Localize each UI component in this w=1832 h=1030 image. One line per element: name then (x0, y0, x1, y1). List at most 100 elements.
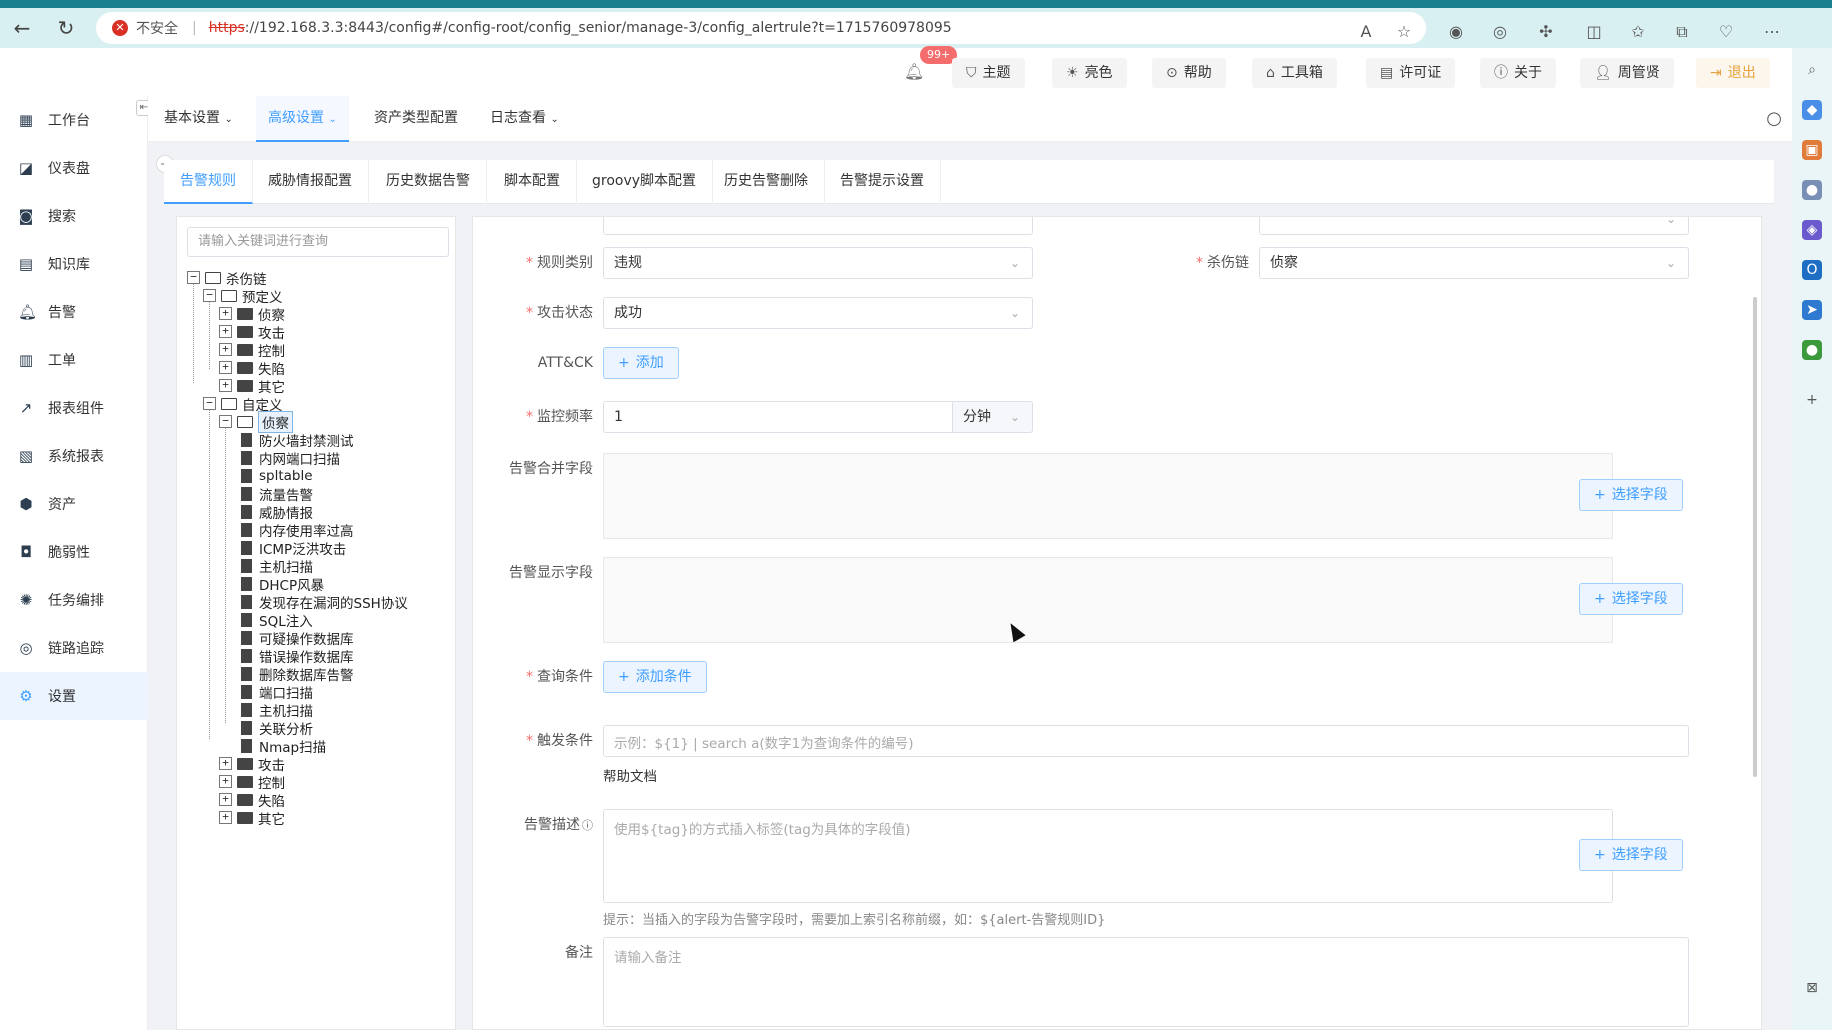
tab-alert-rules[interactable]: 告警规则 (164, 160, 253, 204)
help-button[interactable]: ⊙ 帮助 (1152, 58, 1226, 88)
add-icon[interactable]: + (1802, 390, 1822, 410)
display-fields-box[interactable] (603, 557, 1613, 643)
folder-icon (237, 811, 253, 824)
file-icon (241, 666, 252, 681)
sidebar-item-knowledge[interactable]: ▤ 知识库 (0, 240, 148, 288)
tab-script-config[interactable]: 脚本配置 (488, 160, 577, 204)
rule-category-select[interactable]: 违规 ⌄ (603, 247, 1033, 279)
form-scrollbar[interactable] (1753, 297, 1757, 777)
outlook-icon[interactable]: O (1802, 260, 1822, 280)
extension-icon-2[interactable]: ◎ (1490, 22, 1510, 42)
sidebar-item-trace[interactable]: ◎ 链路追踪 (0, 624, 148, 672)
tools-icon[interactable]: ▣ (1802, 140, 1822, 160)
performance-icon[interactable]: ♡ (1716, 22, 1736, 42)
favorites-icon[interactable]: ✩ (1628, 22, 1648, 42)
tab-history-data-alert[interactable]: 历史数据告警 (370, 160, 487, 204)
add-condition-button[interactable]: + 添加条件 (603, 661, 707, 693)
more-icon[interactable]: ⋯ (1762, 22, 1782, 42)
tree-search-input[interactable]: 请输入关键词进行查询 (187, 227, 449, 257)
display-select-field-button[interactable]: + 选择字段 (1579, 583, 1683, 615)
user-button[interactable]: 👤︎ 周管贤 (1580, 58, 1674, 88)
reload-icon[interactable]: ↻ (54, 16, 78, 40)
license-button[interactable]: ▤ 许可证 (1366, 58, 1456, 88)
tab-threat-intel-config[interactable]: 威胁情报配置 (252, 160, 369, 204)
address-bar[interactable]: ✕ 不安全 | https ://192.168.3.3:8443/config… (96, 12, 1426, 44)
bell-icon[interactable]: 🔔︎ (904, 62, 924, 81)
collapse-icon[interactable]: − (219, 415, 232, 428)
folder-icon (237, 757, 253, 770)
collections-icon[interactable]: ⧉ (1672, 22, 1692, 42)
sidebar-item-label: 告警 (48, 305, 76, 321)
remark-textarea[interactable]: 请输入备注 (603, 937, 1689, 1027)
back-icon[interactable]: ← (10, 16, 34, 40)
read-aloud-icon[interactable]: A (1356, 22, 1376, 42)
expand-icon[interactable]: + (219, 379, 232, 392)
favorite-star-icon[interactable]: ☆ (1394, 22, 1414, 42)
people-icon[interactable]: ● (1802, 180, 1822, 200)
tab-history-alert-delete[interactable]: 历史告警删除 (708, 160, 825, 204)
expand-icon[interactable]: + (219, 325, 232, 338)
sidebar-item-system-report[interactable]: ▧ 系统报表 (0, 432, 148, 480)
tab-alert-prompt-settings[interactable]: 告警提示设置 (824, 160, 941, 204)
collapse-icon[interactable]: − (203, 289, 216, 302)
info-icon[interactable]: ⓘ (582, 819, 593, 832)
extension-icon[interactable]: ◉ (1446, 22, 1466, 42)
top-menu-log-view[interactable]: 日志查看 ⌄ (478, 96, 571, 142)
sidebar-item-dashboard[interactable]: ◪ 仪表盘 (0, 144, 148, 192)
help-doc-link[interactable]: 帮助文档 (603, 765, 657, 785)
tree-node[interactable]: + 其它 (219, 807, 285, 828)
monitor-freq-unit-select[interactable]: 分钟 ⌄ (952, 401, 1033, 433)
attack-status-select[interactable]: 成功 ⌄ (603, 297, 1033, 329)
collapse-icon[interactable]: − (203, 397, 216, 410)
expand-icon[interactable]: + (219, 361, 232, 374)
desc-select-field-button[interactable]: + 选择字段 (1579, 839, 1683, 871)
logout-button[interactable]: ⇥ 退出 (1696, 58, 1770, 88)
sidebar-item-report-component[interactable]: ↗ 报表组件 (0, 384, 148, 432)
top-menu-asset-type-config[interactable]: 资产类型配置 (362, 96, 470, 142)
search-icon[interactable]: ○ (1766, 108, 1782, 129)
expand-icon[interactable]: + (219, 307, 232, 320)
search-icon[interactable]: ⌕ (1802, 60, 1822, 80)
sidebar-item-settings[interactable]: ⚙ 设置 (0, 672, 148, 720)
send-icon[interactable]: ➤ (1802, 300, 1822, 320)
about-button[interactable]: ⓘ 关于 (1480, 58, 1556, 88)
copilot-icon[interactable]: ◆ (1802, 100, 1822, 120)
puzzle-icon[interactable]: ✣ (1536, 22, 1556, 42)
screenshot-icon[interactable]: ⊠ (1802, 978, 1822, 998)
monitor-freq-input[interactable]: 1 (603, 401, 953, 433)
user-icon: 👤︎ (1594, 65, 1612, 81)
clipped-field-left[interactable] (603, 217, 1033, 235)
collapse-icon[interactable]: − (187, 271, 200, 284)
merge-select-field-button[interactable]: + 选择字段 (1579, 479, 1683, 511)
plus-icon: + (618, 669, 630, 685)
tab-groovy-script-config[interactable]: groovy脚本配置 (576, 160, 714, 204)
sidebar-item-alarm[interactable]: 🔔︎ 告警 (0, 288, 148, 336)
expand-icon[interactable]: + (219, 811, 232, 824)
sidebar-item-search[interactable]: ◙ 搜索 (0, 192, 148, 240)
trigger-input[interactable]: 示例：${1} | search a(数字1为查询条件的编号) (603, 725, 1689, 757)
sidebar-item-vulnerability[interactable]: ◘ 脆弱性 (0, 528, 148, 576)
toolbox-button[interactable]: ⌂ 工具箱 (1252, 58, 1337, 88)
drop-icon[interactable]: ● (1802, 340, 1822, 360)
games-icon[interactable]: ◈ (1802, 220, 1822, 240)
split-screen-icon[interactable]: ◫ (1584, 22, 1604, 42)
clipped-field-right[interactable]: ⌄ (1259, 217, 1689, 235)
kill-chain-select[interactable]: 侦察 ⌄ (1259, 247, 1689, 279)
desc-textarea[interactable]: 使用${tag}的方式插入标签(tag为具体的字段值) (603, 809, 1613, 903)
expand-icon[interactable]: + (219, 343, 232, 356)
top-menu-basic-settings[interactable]: 基本设置 ⌄ (152, 96, 245, 142)
light-mode-button[interactable]: ☀ 亮色 (1052, 58, 1127, 88)
sidebar-item-task-orchestration[interactable]: ✺ 任务编排 (0, 576, 148, 624)
plus-icon: + (1594, 847, 1606, 863)
top-menu-advanced-settings[interactable]: 高级设置 ⌄ (256, 96, 349, 142)
sidebar-item-asset[interactable]: ⬢ 资产 (0, 480, 148, 528)
expand-icon[interactable]: + (219, 757, 232, 770)
sidebar-item-ticket[interactable]: ▥ 工单 (0, 336, 148, 384)
knowledge-icon: ▤ (18, 255, 34, 273)
sidebar-item-workbench[interactable]: ▦ 工作台 (0, 96, 148, 144)
attck-add-button[interactable]: + 添加 (603, 347, 679, 379)
theme-button[interactable]: ⛉ 主题 (952, 58, 1025, 88)
expand-icon[interactable]: + (219, 775, 232, 788)
expand-icon[interactable]: + (219, 793, 232, 806)
merge-fields-box[interactable] (603, 453, 1613, 539)
